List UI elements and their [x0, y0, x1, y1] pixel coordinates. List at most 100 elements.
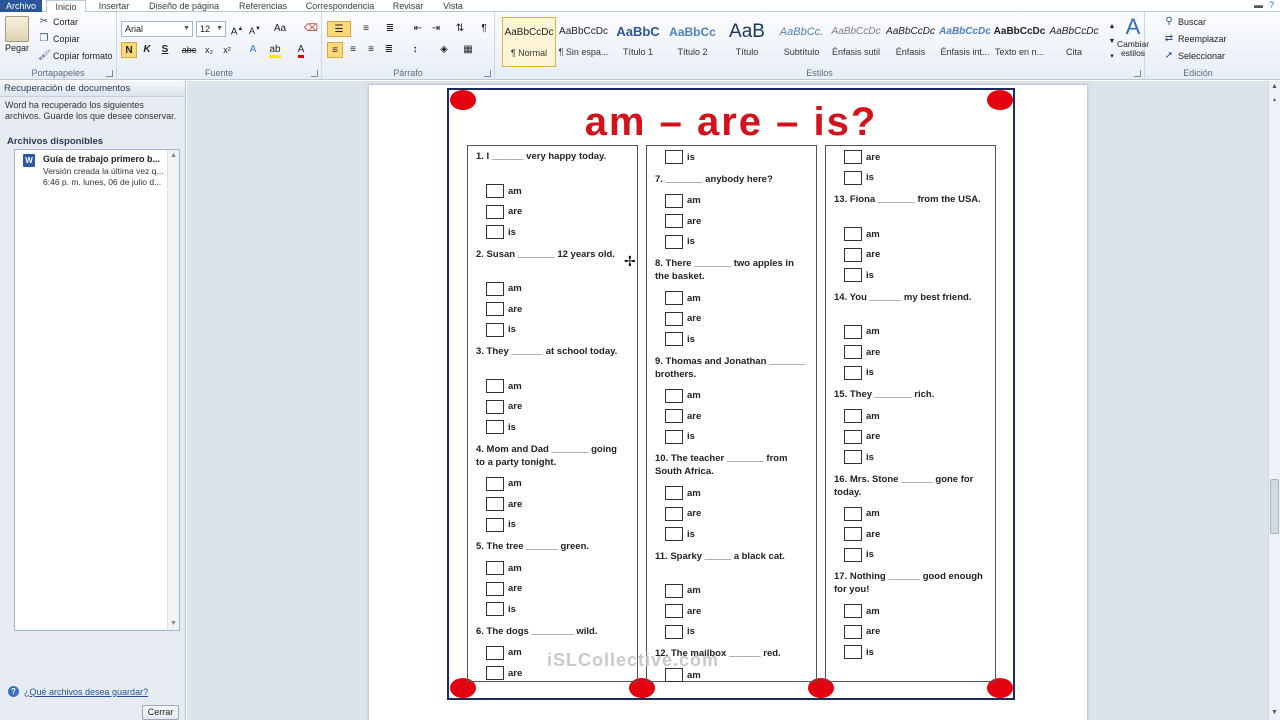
checkbox[interactable]	[844, 429, 862, 444]
bullets-icon[interactable]: ☰	[327, 21, 351, 37]
tab-diseno-pagina[interactable]: Diseño de página	[142, 0, 226, 12]
answer-option[interactable]: is	[844, 645, 874, 659]
answer-option[interactable]: am	[844, 324, 880, 339]
style-4[interactable]: AaB Título	[720, 17, 774, 67]
answer-option[interactable]: is	[486, 517, 516, 532]
pilcrow-icon[interactable]: ¶	[476, 21, 492, 37]
answer-option[interactable]: is	[486, 420, 516, 434]
answer-option[interactable]: am	[844, 409, 880, 423]
checkbox[interactable]	[665, 234, 683, 249]
format-painter-button[interactable]: 🖌 Copiar formato	[38, 50, 113, 62]
answer-option[interactable]: are	[844, 345, 880, 359]
checkbox[interactable]	[486, 420, 504, 434]
answer-option[interactable]: am	[486, 476, 522, 491]
checkbox[interactable]	[665, 291, 683, 305]
checkbox[interactable]	[665, 214, 683, 228]
change-styles-button[interactable]: A Cambiar estilos	[1117, 16, 1149, 58]
answer-option[interactable]: are	[486, 302, 522, 316]
checkbox[interactable]	[486, 399, 504, 414]
checkbox[interactable]	[665, 429, 683, 444]
answer-option[interactable]: is	[486, 322, 516, 337]
checkbox[interactable]	[844, 645, 862, 659]
answer-option[interactable]: is	[844, 365, 874, 380]
answer-option[interactable]: am	[486, 561, 522, 575]
clear-format-icon[interactable]: ⌫	[303, 21, 319, 37]
find-button[interactable]: ⚲ Buscar	[1163, 16, 1206, 28]
vertical-scrollbar[interactable]: ▲ ▴ ▼	[1268, 81, 1280, 720]
checkbox[interactable]	[486, 322, 504, 337]
checkbox[interactable]	[665, 583, 683, 598]
multilevel-list-icon[interactable]: ≣	[380, 21, 400, 37]
answer-option[interactable]: are	[844, 429, 880, 444]
checkbox[interactable]	[665, 193, 683, 208]
style-7[interactable]: AaBbCcDc Énfasis	[884, 17, 938, 67]
checkbox[interactable]	[844, 547, 862, 562]
shading-icon[interactable]: ◈	[436, 42, 452, 58]
increase-indent-icon[interactable]: ⇥	[428, 21, 444, 37]
checkbox[interactable]	[486, 517, 504, 532]
answer-option[interactable]: is	[844, 547, 874, 562]
checkbox[interactable]	[844, 604, 862, 618]
checkbox[interactable]	[665, 311, 683, 326]
checkbox[interactable]	[844, 345, 862, 359]
answer-option[interactable]: are	[486, 204, 522, 219]
tab-insertar[interactable]: Insertar	[92, 0, 136, 12]
style-10[interactable]: AaBbCcDc Cita	[1047, 17, 1101, 67]
paragraph-launcher-icon[interactable]	[484, 70, 491, 77]
answer-option[interactable]: is	[665, 624, 695, 639]
style-0[interactable]: AaBbCcDc ¶ Normal	[502, 17, 556, 67]
numbering-icon[interactable]: ≡	[356, 21, 376, 37]
text-effects-icon[interactable]: A	[245, 42, 261, 58]
checkbox[interactable]	[844, 227, 862, 241]
scroll-up-icon[interactable]: ▲	[1269, 81, 1280, 93]
style-2[interactable]: AaBbC Título 1	[611, 17, 665, 67]
style-1[interactable]: AaBbCcDc ¶ Sin espa...	[557, 17, 611, 67]
underline-button[interactable]: S	[157, 42, 173, 58]
help-icon[interactable]: ?	[1269, 0, 1274, 10]
style-6[interactable]: AaBbCcDc Énfasis sutil	[829, 17, 883, 67]
highlight-icon[interactable]: ab	[267, 42, 283, 58]
checkbox[interactable]	[665, 624, 683, 639]
answer-option[interactable]: is	[844, 450, 874, 464]
answer-option[interactable]: are	[486, 497, 522, 511]
answer-option[interactable]: is	[665, 332, 695, 346]
checkbox[interactable]	[844, 247, 862, 262]
checkbox[interactable]	[486, 184, 504, 198]
cut-button[interactable]: ✂ Cortar	[38, 16, 78, 28]
style-3[interactable]: AaBbCc Título 2	[666, 17, 720, 67]
align-left-icon[interactable]: ≡	[327, 42, 343, 58]
answer-option[interactable]: am	[665, 388, 701, 403]
scroll-thumb[interactable]	[1270, 479, 1279, 534]
checkbox[interactable]	[844, 365, 862, 380]
answer-option[interactable]: am	[844, 506, 880, 521]
checkbox[interactable]	[486, 281, 504, 296]
scroll-up-icon[interactable]: ▲	[168, 150, 179, 162]
checkbox[interactable]	[665, 388, 683, 403]
style-5[interactable]: AaBbCc. Subtítulo	[775, 17, 829, 67]
answer-option[interactable]: am	[665, 486, 701, 500]
answer-option[interactable]: are	[486, 399, 522, 414]
paste-button[interactable]: Pegar	[5, 16, 29, 53]
recovery-help-link[interactable]: ? ¿Qué archivos desea guardar?	[8, 686, 148, 697]
checkbox[interactable]	[486, 645, 504, 660]
sort-icon[interactable]: ⇅	[452, 21, 468, 37]
checkbox[interactable]	[486, 602, 504, 616]
checkbox[interactable]	[844, 409, 862, 423]
checkbox[interactable]	[844, 624, 862, 639]
close-button[interactable]: Cerrar	[142, 705, 179, 720]
checkbox[interactable]	[844, 506, 862, 521]
align-center-icon[interactable]: ≡	[345, 42, 361, 58]
decrease-indent-icon[interactable]: ⇤	[410, 21, 426, 37]
answer-option[interactable]: are	[844, 527, 880, 541]
font-name-combo[interactable]: Arial ▼	[121, 21, 193, 37]
answer-option[interactable]: is	[486, 602, 516, 616]
answer-option[interactable]: am	[844, 604, 880, 618]
answer-option[interactable]: are	[665, 311, 701, 326]
checkbox[interactable]	[844, 450, 862, 464]
tab-revisar[interactable]: Revisar	[386, 0, 430, 12]
checkbox[interactable]	[486, 379, 504, 393]
subscript-button[interactable]: x₂	[201, 42, 217, 58]
styles-launcher-icon[interactable]	[1134, 70, 1141, 77]
answer-option[interactable]: is	[665, 429, 695, 444]
grow-font-button[interactable]: A▲	[229, 21, 245, 37]
